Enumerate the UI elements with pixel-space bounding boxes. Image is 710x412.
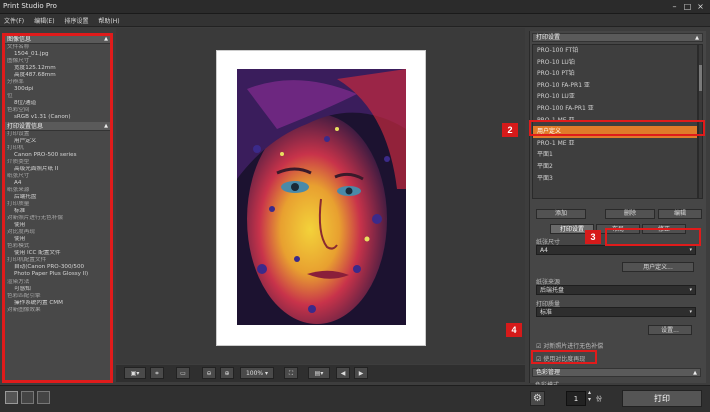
add-preset-button[interactable]: 添加: [536, 209, 586, 219]
photo-preview[interactable]: [237, 69, 406, 325]
crop-icon[interactable]: ⌗: [150, 367, 164, 379]
next-page-icon[interactable]: ▶: [354, 367, 368, 379]
highlight-box-3: [605, 228, 701, 246]
preview-toolbar: ▣▾ ⌗ ▭ ⊖ ⊕ 100% ▾ ⛶ ▤▾ ◀ ▶: [116, 365, 525, 382]
paper-source-value: 后端托盘: [540, 287, 565, 294]
single-view-icon[interactable]: [5, 391, 18, 404]
zoom-value: 100%: [245, 370, 264, 377]
section-title: 打印设置: [536, 34, 561, 41]
fit-page-icon[interactable]: ▭: [176, 367, 190, 379]
paper-size-select[interactable]: A4 ▾: [536, 245, 696, 255]
print-quality-value: 标准: [540, 309, 553, 316]
close-icon[interactable]: ×: [695, 2, 706, 12]
printer-preset-item[interactable]: 平面3: [533, 173, 697, 185]
menu-bar: 文件(F) 编辑(E) 排序设置 帮助(H): [0, 14, 710, 27]
zoom-select[interactable]: 100% ▾: [240, 367, 274, 379]
highlight-box-4: [531, 350, 597, 364]
settings-button[interactable]: 设置...: [648, 325, 692, 335]
page-icon[interactable]: ▤▾: [308, 367, 330, 379]
split-view-icon[interactable]: [21, 391, 34, 404]
badge-3: 3: [585, 230, 601, 244]
scroll-thumb[interactable]: [699, 65, 702, 91]
printer-preset-item[interactable]: PRO-10 LU铂: [533, 57, 697, 69]
chevron-down-icon: ▾: [689, 309, 692, 315]
edit-preset-button[interactable]: 编辑: [658, 209, 702, 219]
gray-compensation-label: 对新照片进行无色补偿: [543, 343, 604, 350]
printer-preset-item[interactable]: 平面1: [533, 149, 697, 161]
chevron-down-icon: ▾: [689, 247, 692, 253]
zoom-out-icon[interactable]: ⊖: [202, 367, 216, 379]
painted-face-image: [237, 69, 406, 325]
gray-compensation-checkbox[interactable]: ☑ 对新照片进行无色补偿: [536, 341, 603, 350]
maximize-icon[interactable]: □: [682, 2, 693, 12]
badge-4: 4: [506, 323, 522, 337]
chevron-down-icon: ▾: [689, 287, 692, 293]
printer-preset-item[interactable]: 平面2: [533, 161, 697, 173]
menu-edit[interactable]: 编辑(E): [30, 14, 58, 27]
gear-icon[interactable]: ⚙: [530, 391, 545, 406]
fullscreen-icon[interactable]: ⛶: [284, 367, 298, 379]
collapse-arrow-icon[interactable]: ▲: [695, 34, 699, 42]
delete-preset-button[interactable]: 删除: [605, 209, 655, 219]
list-view-icon[interactable]: [37, 391, 50, 404]
app-title: Print Studio Pro: [3, 2, 57, 10]
view-mode-icon[interactable]: ▣▾: [124, 367, 146, 379]
highlight-box-1: [2, 33, 113, 383]
copies-unit: 份: [596, 396, 603, 403]
prev-page-icon[interactable]: ◀: [336, 367, 350, 379]
menu-sort[interactable]: 排序设置: [60, 14, 92, 27]
printer-preset-item[interactable]: PRO-10 LU亚: [533, 91, 697, 103]
menu-file[interactable]: 文件(F): [0, 14, 28, 27]
printer-preset-item[interactable]: PRO-1 ME 亚: [533, 138, 697, 150]
status-bar: ⚙ 1 ▴ ▾ 份 打印: [0, 385, 710, 412]
collapse-arrow-icon[interactable]: ▲: [693, 369, 697, 377]
copies-input[interactable]: 1: [566, 391, 586, 406]
section-title: 色彩管理: [536, 369, 561, 376]
menu-help[interactable]: 帮助(H): [94, 14, 123, 27]
print-settings-header[interactable]: 打印设置 ▲: [532, 33, 703, 42]
paper-source-select[interactable]: 后端托盘 ▾: [536, 285, 696, 295]
printer-preset-item[interactable]: PRO-10 PT铂: [533, 68, 697, 80]
paper-size-value: A4: [540, 247, 548, 254]
printer-preset-item[interactable]: PRO-10 FA-PR1 亚: [533, 80, 697, 92]
settings-panel: 打印设置 ▲ PRO-100 FT铂 PRO-10 LU铂 PRO-10 PT铂 PR…: [529, 31, 706, 383]
print-quality-select[interactable]: 标准 ▾: [536, 307, 696, 317]
title-bar: Print Studio Pro – □ ×: [0, 0, 710, 14]
badge-2: 2: [502, 123, 518, 137]
printer-preset-item[interactable]: PRO-100 FT铂: [533, 45, 697, 57]
copies-stepper[interactable]: ▴ ▾: [588, 389, 591, 403]
highlight-box-2: [529, 120, 705, 136]
color-management-header[interactable]: 色彩管理 ▲: [532, 368, 701, 377]
zoom-in-icon[interactable]: ⊕: [220, 367, 234, 379]
print-button[interactable]: 打印: [622, 390, 702, 407]
user-defined-button[interactable]: 用户定义...: [622, 262, 694, 272]
printer-preset-item[interactable]: PRO-100 FA-PR1 亚: [533, 103, 697, 115]
minimize-icon[interactable]: –: [669, 2, 680, 12]
